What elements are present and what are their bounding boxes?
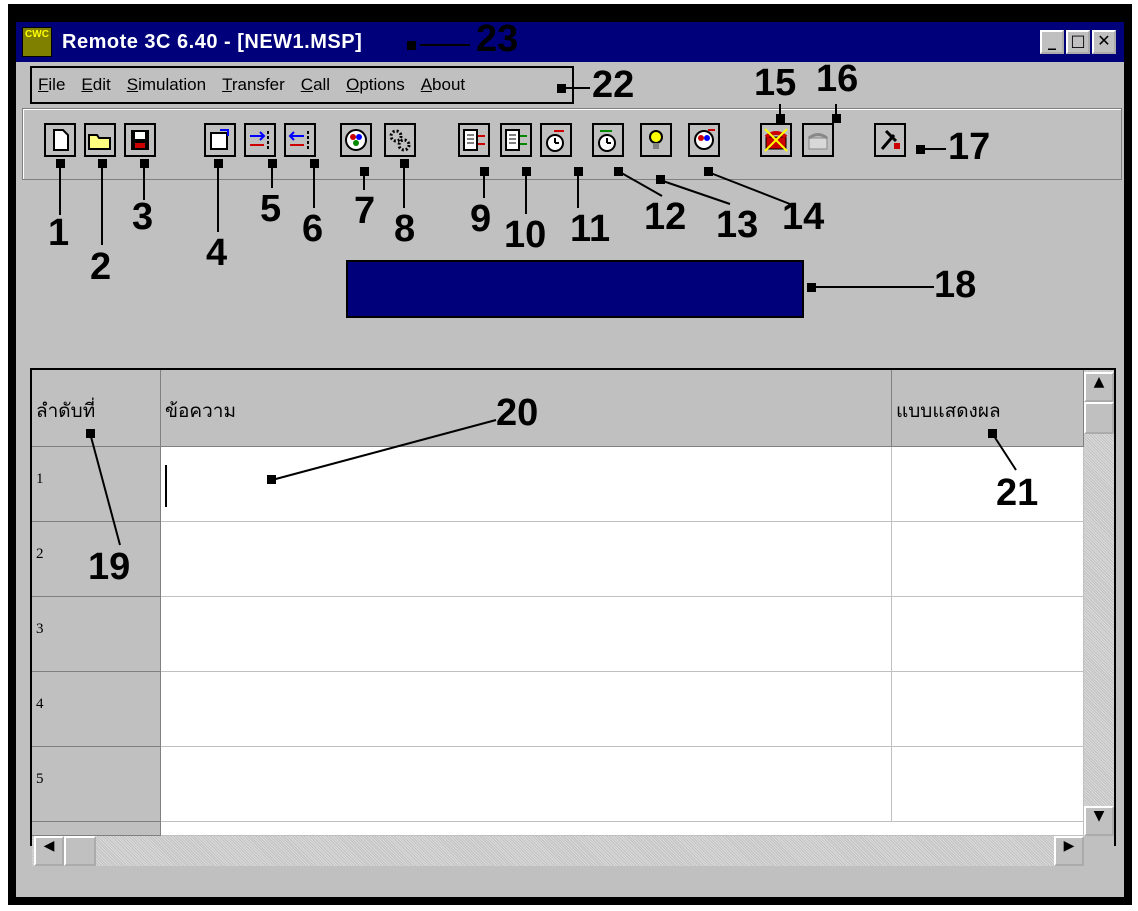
- callout-19: 19: [88, 546, 131, 588]
- callout-4: 4: [206, 232, 228, 274]
- callout-1: 1: [48, 212, 70, 254]
- callout-13: 13: [716, 204, 759, 246]
- callout-22: 22: [592, 64, 635, 106]
- callout-7: 7: [354, 190, 376, 232]
- callout-5: 5: [260, 188, 282, 230]
- callout-10: 10: [504, 214, 547, 256]
- callout-14: 14: [782, 196, 825, 238]
- callout-16: 16: [816, 58, 859, 100]
- callout-2: 2: [90, 246, 112, 288]
- callout-20: 20: [496, 392, 539, 434]
- callout-12: 12: [644, 196, 687, 238]
- callout-23: 23: [476, 18, 519, 60]
- callout-18: 18: [934, 264, 977, 306]
- callout-15: 15: [754, 62, 797, 104]
- callout-11: 11: [570, 208, 611, 250]
- callout-21: 21: [996, 472, 1039, 514]
- callout-8: 8: [394, 208, 416, 250]
- callout-17: 17: [948, 126, 991, 168]
- callout-9: 9: [470, 198, 492, 240]
- callout-3: 3: [132, 196, 154, 238]
- callout-6: 6: [302, 208, 324, 250]
